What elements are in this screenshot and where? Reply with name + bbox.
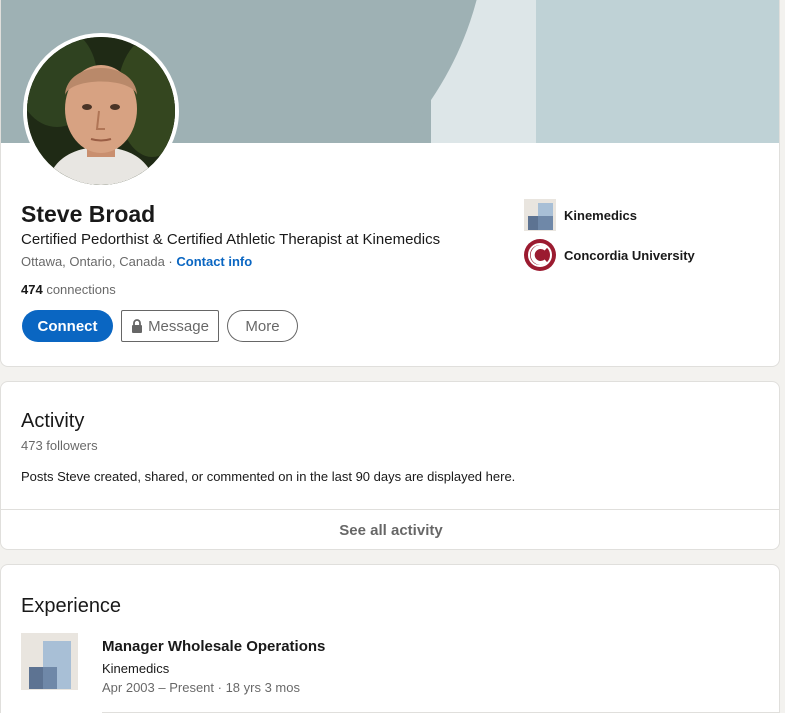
concordia-logo bbox=[524, 239, 556, 271]
experience-company[interactable]: Kinemedics bbox=[102, 661, 169, 676]
message-button-label: Message bbox=[148, 317, 209, 335]
separator: · bbox=[164, 254, 177, 269]
org-kinemedics[interactable]: Kinemedics bbox=[524, 199, 637, 231]
experience-role: Manager Wholesale Operations bbox=[102, 638, 326, 655]
org-concordia[interactable]: Concordia University bbox=[524, 239, 695, 271]
profile-headline: Certified Pedorthist & Certified Athleti… bbox=[21, 231, 441, 248]
more-button[interactable]: More bbox=[227, 310, 298, 342]
experience-card: Experience Manager Wholesale Operations … bbox=[0, 564, 780, 713]
profile-card: Steve Broad Certified Pedorthist & Certi… bbox=[0, 0, 780, 367]
followers-count: 473 followers bbox=[21, 438, 98, 453]
activity-description: Posts Steve created, shared, or commente… bbox=[21, 469, 516, 484]
connections-number: 474 bbox=[21, 282, 43, 297]
message-button[interactable]: Message bbox=[121, 310, 219, 342]
activity-title: Activity bbox=[21, 410, 85, 432]
kinemedics-logo bbox=[524, 199, 556, 231]
contact-info-link[interactable]: Contact info bbox=[176, 254, 252, 269]
experience-title: Experience bbox=[21, 595, 122, 617]
activity-card: Activity 473 followers Posts Steve creat… bbox=[0, 381, 780, 550]
connections-label: connections bbox=[42, 282, 116, 297]
avatar[interactable] bbox=[23, 33, 179, 189]
see-all-activity-button[interactable]: See all activity bbox=[1, 509, 779, 549]
profile-name: Steve Broad bbox=[21, 201, 156, 227]
connect-button[interactable]: Connect bbox=[22, 310, 113, 342]
org-name: Concordia University bbox=[564, 247, 695, 263]
connections-count[interactable]: 474 connections bbox=[21, 282, 116, 297]
org-name: Kinemedics bbox=[564, 207, 637, 223]
location-line: Ottawa, Ontario, Canada · Contact info bbox=[21, 254, 252, 269]
kinemedics-logo[interactable] bbox=[21, 633, 78, 690]
experience-dates: Apr 2003 – Present · 18 yrs 3 mos bbox=[102, 680, 300, 695]
lock-icon bbox=[132, 319, 143, 333]
location: Ottawa, Ontario, Canada bbox=[21, 254, 165, 269]
